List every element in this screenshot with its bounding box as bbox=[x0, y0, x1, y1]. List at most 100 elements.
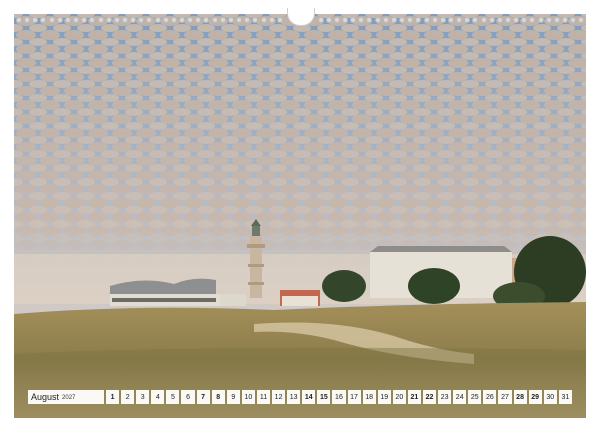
year: 2027 bbox=[62, 394, 76, 401]
binding-hole bbox=[170, 17, 177, 23]
binding-hole bbox=[342, 17, 348, 23]
binding-hole bbox=[244, 17, 251, 23]
binding-hole bbox=[64, 17, 71, 23]
binding-hole bbox=[545, 17, 552, 23]
day-cell: 6 bbox=[181, 390, 195, 404]
binding-hole bbox=[358, 17, 365, 23]
binding-hole bbox=[73, 17, 80, 23]
day-cell: 24 bbox=[453, 390, 467, 404]
day-cell: 2 bbox=[121, 390, 135, 404]
binding-hole bbox=[81, 17, 88, 23]
day-cell: 12 bbox=[272, 390, 286, 404]
day-cell: 29 bbox=[528, 390, 542, 404]
day-cell: 21 bbox=[407, 390, 421, 404]
binding-hole bbox=[366, 17, 373, 23]
binding-hole bbox=[537, 17, 544, 23]
day-cell: 8 bbox=[211, 390, 225, 404]
binding-hole bbox=[374, 17, 381, 23]
day-cell: 23 bbox=[438, 390, 452, 404]
day-cells: 1 2 3 4 5 6 7 8 9 10 11 12 13 14 15 16 17 18 19 20 21 22 23 24 2… bbox=[106, 390, 572, 404]
binding-hole bbox=[252, 17, 259, 23]
binding-hole bbox=[325, 17, 332, 23]
binding-hole bbox=[179, 17, 185, 23]
binding-hole bbox=[456, 17, 463, 23]
day-cell: 30 bbox=[543, 390, 557, 404]
binding-hole bbox=[407, 17, 414, 23]
binding-hole bbox=[260, 17, 267, 23]
day-cell: 15 bbox=[317, 390, 331, 404]
day-cell: 17 bbox=[347, 390, 361, 404]
binding-hole bbox=[480, 17, 487, 23]
binding-hole bbox=[578, 17, 585, 23]
binding-hole bbox=[24, 17, 31, 23]
binding-hole bbox=[431, 17, 438, 23]
binding-hole bbox=[399, 17, 406, 23]
binding-hole bbox=[513, 17, 520, 23]
binding-hole bbox=[138, 17, 145, 23]
day-cell: 18 bbox=[362, 390, 376, 404]
binding-hole bbox=[187, 17, 194, 23]
teepee-building bbox=[110, 278, 220, 306]
day-cell: 19 bbox=[377, 390, 391, 404]
day-cell: 31 bbox=[558, 390, 572, 404]
day-cell: 20 bbox=[392, 390, 406, 404]
day-cell: 10 bbox=[241, 390, 255, 404]
binding-hole bbox=[333, 17, 340, 23]
binding-hole bbox=[89, 17, 96, 23]
binding-hole bbox=[203, 17, 210, 23]
binding-hole bbox=[211, 17, 218, 23]
binding-hole bbox=[439, 17, 446, 23]
day-cell: 14 bbox=[302, 390, 316, 404]
binding-hole bbox=[415, 17, 422, 23]
binding-hole bbox=[317, 17, 324, 23]
binding-hole bbox=[56, 17, 63, 23]
binding-hole bbox=[521, 17, 528, 23]
binding-hole bbox=[48, 17, 55, 23]
binding-hole bbox=[529, 17, 536, 23]
binding-hole bbox=[276, 17, 283, 23]
day-cell: 26 bbox=[483, 390, 497, 404]
binding-hole bbox=[105, 17, 112, 23]
day-cell: 27 bbox=[498, 390, 512, 404]
month-label: August 2027 bbox=[28, 390, 104, 404]
binding-hole bbox=[382, 17, 389, 23]
binding-hole bbox=[146, 17, 153, 23]
month-name: August bbox=[31, 392, 60, 402]
day-cell: 22 bbox=[422, 390, 437, 404]
binding-hole bbox=[570, 17, 577, 23]
calendar-strip: August 2027 1 2 3 4 5 6 7 8 9 10 11 12 13 14 15 16 17 18 1… bbox=[28, 390, 572, 404]
binding-hole bbox=[472, 17, 479, 23]
calendar-page: August 2027 1 2 3 4 5 6 7 8 9 10 11 12 13 14 15 16 17 18 1… bbox=[0, 0, 600, 432]
day-cell: 4 bbox=[151, 390, 165, 404]
day-cell: 7 bbox=[196, 390, 210, 404]
landscape-photo bbox=[14, 14, 586, 418]
day-cell: 3 bbox=[136, 390, 150, 404]
binding-hole bbox=[40, 17, 47, 23]
day-cell: 13 bbox=[287, 390, 301, 404]
binding-hole bbox=[130, 17, 137, 23]
day-cell: 16 bbox=[332, 390, 346, 404]
binding-hole bbox=[227, 17, 234, 23]
day-cell: 9 bbox=[226, 390, 240, 404]
binding-hole bbox=[162, 17, 169, 23]
binding-hole bbox=[447, 17, 454, 23]
binding-hole bbox=[113, 17, 120, 23]
binding-hole bbox=[195, 17, 202, 23]
binding-hole bbox=[97, 17, 104, 23]
day-cell: 11 bbox=[256, 390, 271, 404]
binding-hole bbox=[16, 17, 22, 23]
day-cell: 25 bbox=[468, 390, 482, 404]
binding-hole bbox=[390, 17, 397, 23]
binding-hole bbox=[154, 17, 161, 23]
binding-hole bbox=[236, 17, 243, 23]
binding-hole bbox=[505, 17, 511, 23]
day-cell: 28 bbox=[513, 390, 527, 404]
binding-hole bbox=[32, 17, 39, 23]
binding-hole bbox=[488, 17, 495, 23]
beach-lighthouse-photo bbox=[14, 14, 586, 418]
binding-hole bbox=[121, 17, 128, 23]
binding-hole bbox=[219, 17, 226, 23]
binding-hole bbox=[553, 17, 560, 23]
binding-hole bbox=[350, 17, 357, 23]
day-cell: 1 bbox=[106, 390, 120, 404]
